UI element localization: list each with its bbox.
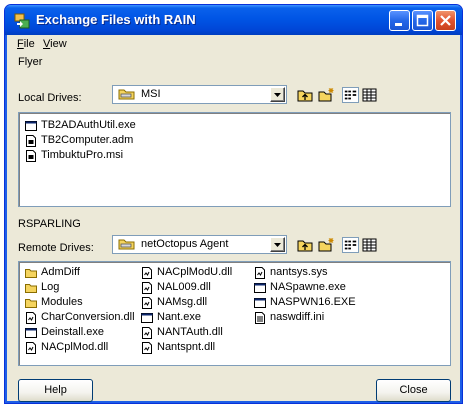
remote-details-view-button[interactable] — [361, 237, 378, 253]
dll-icon — [142, 327, 152, 339]
ini-icon — [255, 312, 265, 324]
rain-app-icon — [14, 13, 30, 29]
remote-up-folder-button[interactable] — [297, 237, 314, 253]
drive-folder-icon — [118, 239, 135, 250]
dll-icon — [142, 267, 152, 279]
local-drive-select[interactable]: MSI — [112, 85, 287, 104]
document-icon — [26, 135, 36, 147]
local-new-folder-button[interactable] — [318, 87, 335, 103]
exe-icon — [25, 121, 37, 131]
remote-drive-dropdown-button[interactable] — [270, 237, 285, 252]
help-button[interactable]: Help — [18, 379, 93, 402]
remote-drive-value: netOctopus Agent — [141, 238, 229, 250]
folder-icon — [25, 284, 37, 293]
dll-icon — [26, 342, 36, 354]
menu-file[interactable]: File — [17, 38, 35, 50]
window-title: Exchange Files with RAIN — [36, 12, 196, 27]
close-button[interactable]: Close — [376, 379, 451, 402]
dll-icon — [142, 342, 152, 354]
local-up-folder-button[interactable] — [297, 87, 314, 103]
exchange-files-window: Exchange Files with RAIN File View Flyer… — [4, 4, 463, 404]
remote-computer-label: RSPARLING — [18, 218, 81, 230]
local-details-view-button[interactable] — [361, 87, 378, 103]
menu-view[interactable]: View — [43, 38, 67, 50]
local-drives-label: Local Drives: — [18, 92, 82, 104]
document-icon — [26, 150, 36, 162]
exe-icon — [25, 328, 37, 338]
dll-icon — [142, 282, 152, 294]
local-file-list[interactable]: TB2ADAuthUtil.exe TB2Computer.adm Timbuk… — [18, 112, 451, 207]
exe-icon — [141, 313, 153, 323]
local-drive-value: MSI — [141, 88, 161, 100]
remote-drives-label: Remote Drives: — [18, 242, 94, 254]
drive-folder-icon — [118, 89, 135, 100]
local-computer-label: Flyer — [18, 56, 43, 68]
close-window-button[interactable] — [435, 10, 456, 31]
remote-drive-select[interactable]: netOctopus Agent — [112, 235, 287, 254]
exe-icon — [254, 298, 266, 308]
chevron-down-icon — [274, 93, 281, 97]
maximize-button[interactable] — [412, 10, 433, 31]
local-list-view-button[interactable] — [342, 87, 359, 103]
menu-bar: File View — [9, 36, 458, 54]
remote-new-folder-button[interactable] — [318, 237, 335, 253]
folder-icon — [25, 269, 37, 278]
title-bar[interactable]: Exchange Files with RAIN — [5, 5, 462, 35]
minimize-icon — [395, 23, 402, 26]
maximize-icon — [416, 14, 429, 27]
folder-icon — [25, 299, 37, 308]
remote-file-list[interactable]: AdmDiff Log Modules CharConversion.dll Deins… — [18, 261, 451, 366]
remote-list-view-button[interactable] — [342, 237, 359, 253]
chevron-down-icon — [274, 243, 281, 247]
local-drive-dropdown-button[interactable] — [270, 87, 285, 102]
exe-icon — [254, 283, 266, 293]
dll-icon — [255, 267, 265, 279]
close-icon — [440, 15, 451, 26]
minimize-button[interactable] — [389, 10, 410, 31]
dll-icon — [26, 312, 36, 324]
dll-icon — [142, 297, 152, 309]
